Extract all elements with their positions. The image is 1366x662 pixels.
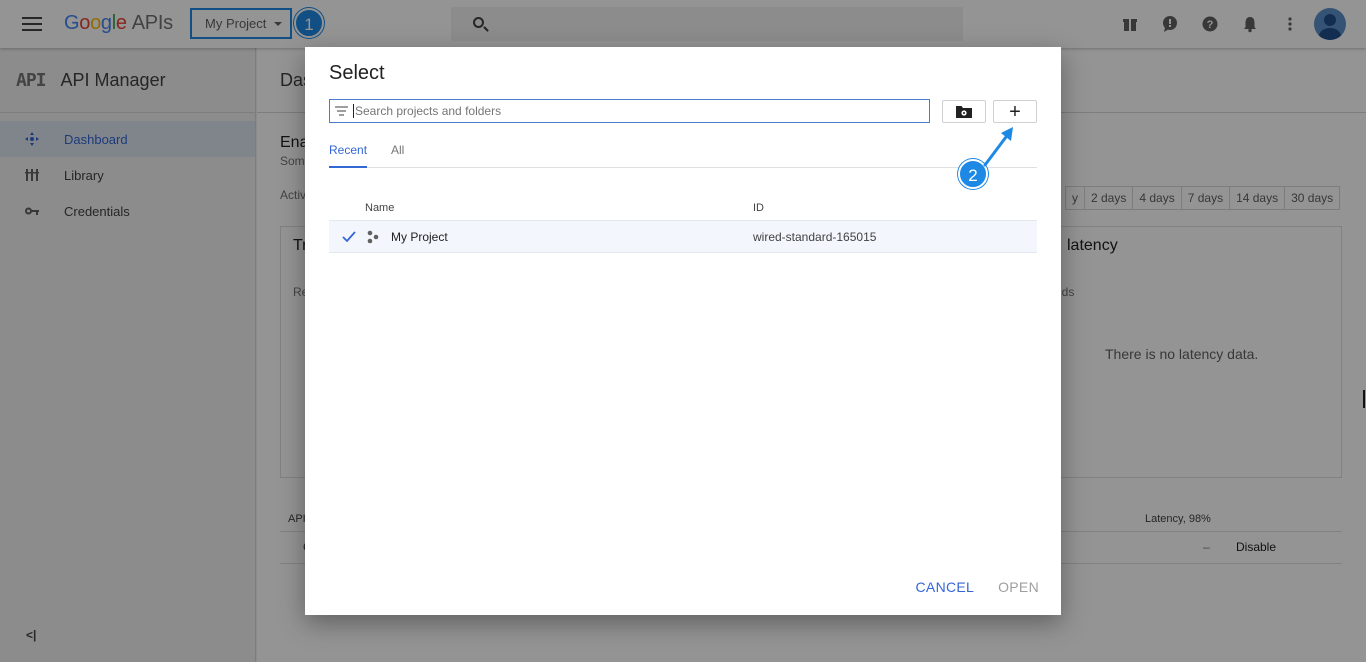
project-search-field[interactable] [329, 99, 930, 123]
project-row[interactable]: My Project wired-standard-165015 [329, 220, 1037, 253]
cancel-button[interactable]: CANCEL [916, 579, 975, 595]
dialog-tabs: Recent All [329, 135, 1037, 168]
mouse-cursor [1363, 390, 1365, 408]
tab-all[interactable]: All [391, 143, 404, 168]
dialog-title: Select [329, 62, 385, 84]
open-button[interactable]: OPEN [998, 579, 1039, 595]
project-icon [367, 230, 379, 244]
folder-settings-icon [956, 105, 972, 118]
column-header-id: ID [753, 202, 764, 214]
tab-recent[interactable]: Recent [329, 143, 367, 168]
dialog-actions: CANCEL OPEN [892, 579, 1039, 595]
text-cursor [353, 104, 354, 118]
create-folder-button[interactable] [942, 100, 986, 123]
column-header-name: Name [365, 202, 395, 214]
select-project-dialog: Select + Recent All 2 Name ID [305, 47, 1061, 615]
project-id: wired-standard-165015 [753, 230, 877, 244]
plus-icon: + [1009, 100, 1021, 123]
filter-icon [335, 105, 349, 117]
project-name: My Project [391, 230, 448, 244]
check-icon [342, 231, 356, 243]
annotation-arrow-icon [983, 127, 1013, 167]
new-project-button[interactable]: + [993, 100, 1037, 123]
project-search-input[interactable] [355, 104, 915, 118]
